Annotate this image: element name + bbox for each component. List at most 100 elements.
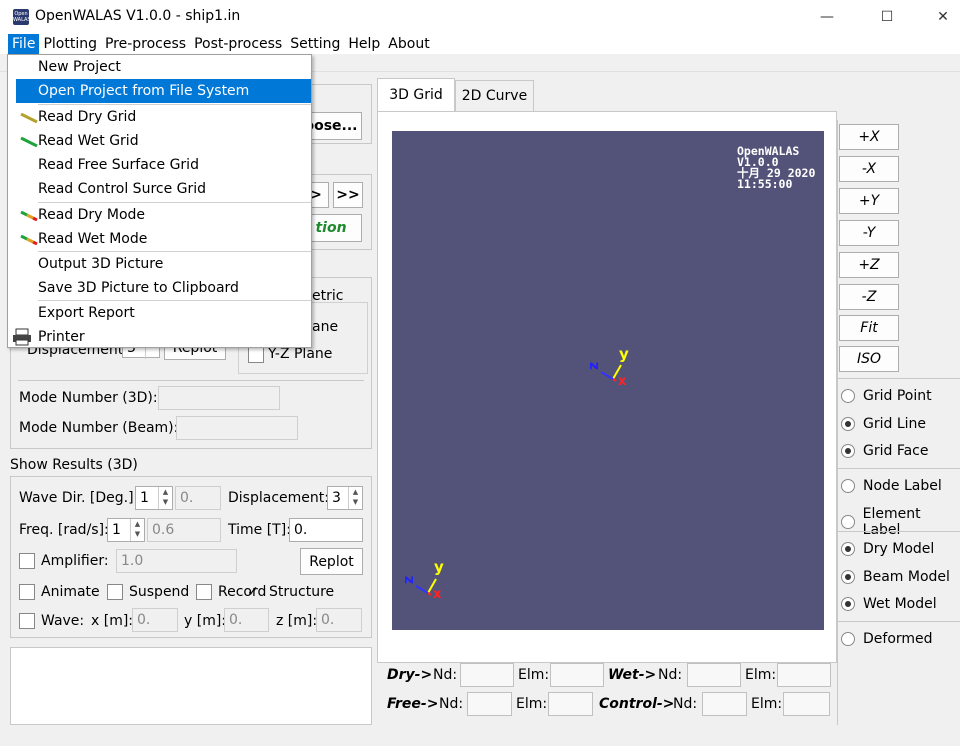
- tab-3d-grid[interactable]: 3D Grid: [377, 78, 455, 111]
- wet-nd-label: Nd:: [658, 667, 683, 683]
- wave-dir-field[interactable]: 0.: [175, 486, 221, 510]
- axis-triad-center-icon: y z x: [586, 345, 629, 389]
- z-field[interactable]: 0.: [316, 608, 362, 632]
- wet-label: Wet->: [608, 667, 657, 683]
- menu-item-open-project[interactable]: Open Project from File System: [16, 79, 311, 103]
- menu-item-new-project[interactable]: New Project: [16, 55, 311, 79]
- animate-checkbox[interactable]: [19, 584, 35, 600]
- menu-item-read-dry-grid[interactable]: Read Dry Grid: [16, 105, 311, 129]
- plane-label: ane: [312, 319, 339, 335]
- minimize-button[interactable]: —: [804, 0, 850, 34]
- wave-dir-label: Wave Dir. [Deg.]:: [19, 490, 139, 506]
- yz-plane-checkbox[interactable]: [248, 347, 264, 363]
- radio-icon: [841, 515, 855, 529]
- dry-elm-field[interactable]: [550, 663, 604, 687]
- view-iso-button[interactable]: ISO: [839, 346, 899, 372]
- mode-number-3d-label: Mode Number (3D):: [19, 390, 158, 406]
- control-label: Control->: [599, 696, 675, 712]
- menu-about[interactable]: About: [384, 34, 433, 54]
- svg-text:x: x: [618, 374, 627, 389]
- control-elm-field[interactable]: [783, 692, 830, 716]
- animate-label: Animate: [41, 584, 100, 600]
- node-label-radio[interactable]: Node Label: [841, 478, 942, 494]
- radio-icon: [841, 417, 855, 431]
- menu-post-process[interactable]: Post-process: [190, 34, 286, 54]
- displacement-result-spinner[interactable]: 3 ▲ ▼: [327, 486, 363, 510]
- close-button[interactable]: ✕: [920, 0, 960, 34]
- view-plus-x-button[interactable]: +X: [839, 124, 899, 150]
- menu-bar: File Plotting Pre-process Post-process S…: [0, 34, 960, 54]
- view-fit-button[interactable]: Fit: [839, 315, 899, 341]
- dry-nd-field[interactable]: [460, 663, 514, 687]
- view-plus-z-button[interactable]: +Z: [839, 252, 899, 278]
- amplifier-field[interactable]: 1.0: [116, 549, 237, 573]
- side-divider: [837, 120, 838, 725]
- dry-label: Dry->: [387, 667, 433, 683]
- last-button[interactable]: >>: [333, 182, 363, 208]
- wave-checkbox[interactable]: [19, 613, 35, 629]
- free-nd-field[interactable]: [467, 692, 512, 716]
- wet-nd-field[interactable]: [687, 663, 741, 687]
- menu-file[interactable]: File: [8, 34, 40, 54]
- axis-triad-corner-icon: y z x: [404, 558, 444, 602]
- yellow-line-icon: [20, 113, 38, 123]
- wet-model-radio[interactable]: Wet Model: [841, 596, 937, 612]
- menu-item-read-dry-mode[interactable]: Read Dry Mode: [16, 203, 311, 227]
- menu-item-save-3d-clipboard[interactable]: Save 3D Picture to Clipboard: [16, 276, 311, 300]
- amplifier-checkbox[interactable]: [19, 553, 35, 569]
- replot-button[interactable]: Replot: [300, 548, 363, 575]
- amplifier-label: Amplifier:: [41, 553, 109, 569]
- y-field[interactable]: 0.: [224, 608, 269, 632]
- wave-label: Wave:: [41, 613, 85, 629]
- side-separator: [837, 468, 960, 469]
- grid-point-radio[interactable]: Grid Point: [841, 388, 932, 404]
- control-elm-label: Elm:: [751, 696, 783, 712]
- grid-line-radio[interactable]: Grid Line: [841, 416, 926, 432]
- menu-item-read-free-surface-grid[interactable]: Read Free Surface Grid: [16, 153, 311, 177]
- title-bar: Open WALAS OpenWALAS V1.0.0 - ship1.in — …: [0, 0, 960, 34]
- grid-face-radio[interactable]: Grid Face: [841, 443, 929, 459]
- tab-2d-curve[interactable]: 2D Curve: [455, 80, 534, 111]
- menu-setting[interactable]: Setting: [286, 34, 344, 54]
- view-minus-y-button[interactable]: -Y: [839, 220, 899, 246]
- element-label-radio[interactable]: Element Label: [841, 506, 960, 538]
- wet-elm-field[interactable]: [777, 663, 831, 687]
- menu-item-read-wet-grid[interactable]: Read Wet Grid: [16, 129, 311, 153]
- free-elm-field[interactable]: [548, 692, 593, 716]
- freq-label: Freq. [rad/s]:: [19, 522, 109, 538]
- mode-number-3d-field[interactable]: [158, 386, 280, 410]
- menu-pre-process[interactable]: Pre-process: [101, 34, 190, 54]
- menu-plotting[interactable]: Plotting: [39, 34, 101, 54]
- menu-item-printer[interactable]: Printer: [10, 325, 305, 349]
- mode-number-beam-field[interactable]: [176, 416, 298, 440]
- mode-line-icon: [20, 211, 38, 221]
- x-field[interactable]: 0.: [132, 608, 178, 632]
- dry-elm-label: Elm:: [518, 667, 550, 683]
- menu-item-export-report[interactable]: Export Report: [16, 301, 311, 325]
- free-label: Free->: [387, 696, 439, 712]
- view-minus-x-button[interactable]: -X: [839, 156, 899, 182]
- suspend-checkbox[interactable]: [107, 584, 123, 600]
- menu-item-read-control-surface-grid[interactable]: Read Control Surce Grid: [16, 177, 311, 201]
- wave-dir-spinner[interactable]: 1 ▲ ▼: [135, 486, 173, 510]
- menu-help[interactable]: Help: [344, 34, 384, 54]
- record-checkbox[interactable]: [196, 584, 212, 600]
- freq-field[interactable]: 0.6: [147, 518, 221, 542]
- freq-spinner[interactable]: 1 ▲ ▼: [107, 518, 145, 542]
- time-field[interactable]: 0.: [289, 518, 363, 542]
- beam-model-radio[interactable]: Beam Model: [841, 569, 950, 585]
- mode-number-beam-label: Mode Number (Beam):: [19, 420, 179, 436]
- structure-checkbox[interactable]: ✓: [247, 584, 263, 600]
- menu-item-output-3d-picture[interactable]: Output 3D Picture: [16, 252, 311, 276]
- view-minus-z-button[interactable]: -Z: [839, 284, 899, 310]
- deformed-radio[interactable]: Deformed: [841, 631, 933, 647]
- radio-icon: [841, 542, 855, 556]
- maximize-button[interactable]: ☐: [864, 0, 910, 34]
- log-area[interactable]: [10, 647, 372, 725]
- window-title: OpenWALAS V1.0.0 - ship1.in: [35, 8, 241, 24]
- control-nd-field[interactable]: [702, 692, 747, 716]
- dry-nd-label: Nd:: [433, 667, 458, 683]
- menu-item-read-wet-mode[interactable]: Read Wet Mode: [16, 227, 311, 251]
- view-plus-y-button[interactable]: +Y: [839, 188, 899, 214]
- dry-model-radio[interactable]: Dry Model: [841, 541, 934, 557]
